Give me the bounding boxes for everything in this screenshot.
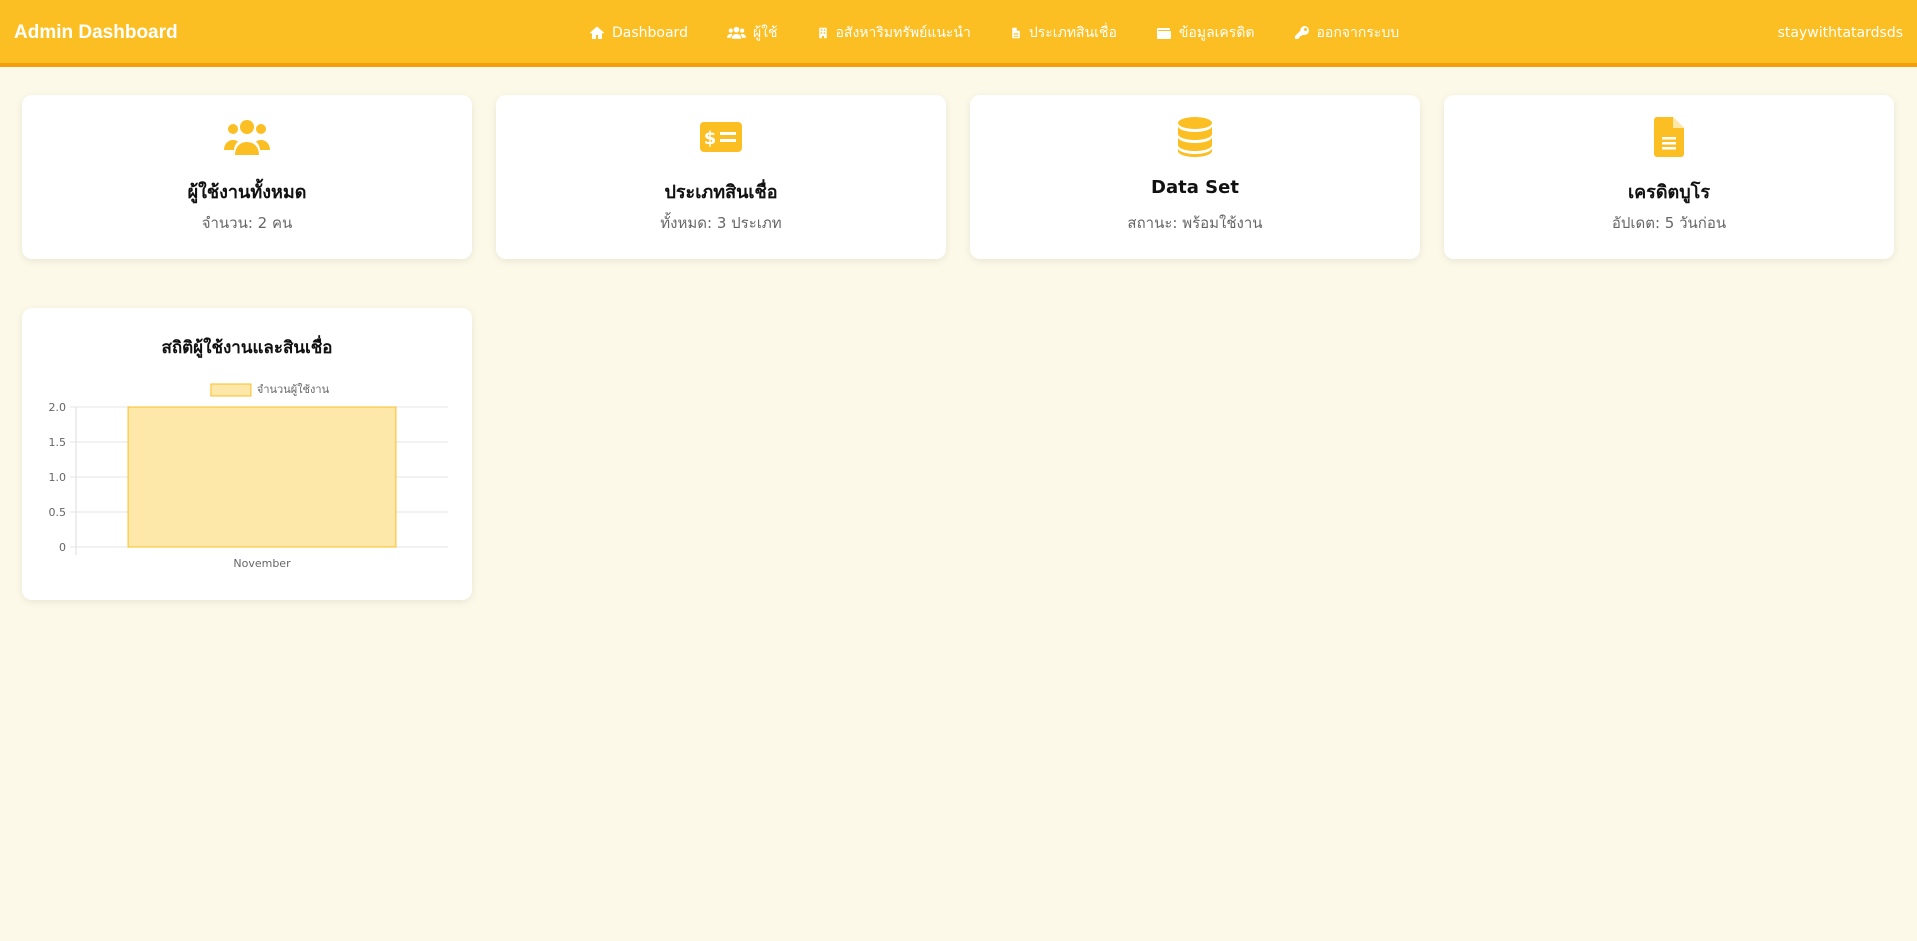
stat-title: Data Set	[1151, 177, 1239, 198]
legend-swatch	[210, 383, 252, 397]
file-alt-icon	[1654, 117, 1684, 157]
nav-item-dashboard[interactable]: Dashboard	[589, 25, 688, 41]
money-check-icon: $	[700, 122, 742, 152]
y-tick-label: 2.0	[49, 401, 67, 414]
nav-item-users[interactable]: ผู้ใช้	[726, 22, 778, 44]
stat-card-credit-bureau: เครดิตบูโร อัปเดต: 5 วันก่อน	[1444, 95, 1894, 259]
bar	[127, 406, 397, 548]
nav-item-logout[interactable]: ออกจากระบบ	[1294, 22, 1400, 44]
svg-text:$: $	[704, 128, 717, 149]
y-tick-label: 1.0	[49, 471, 67, 484]
stat-subtitle: สถานะ: พร้อมใช้งาน	[1127, 214, 1263, 232]
y-tick-label: 1.5	[49, 436, 67, 449]
nav-links: Dashboard ผู้ใช้ อสังหาริมทรัพย์แนะนำ ปร…	[589, 20, 1399, 46]
stat-subtitle: ทั้งหมด: 3 ประเภท	[660, 214, 782, 232]
top-navbar: Admin Dashboard Dashboard ผู้ใช้ อสังหาร…	[0, 0, 1917, 67]
wallet-icon	[1156, 28, 1171, 39]
nav-label-credit-info: ข้อมูลเครดิต	[1178, 25, 1255, 41]
nav-label-loan-types: ประเภทสินเชื่อ	[1028, 25, 1117, 41]
stat-card-loan-types: $ ประเภทสินเชื่อ ทั้งหมด: 3 ประเภท	[496, 95, 946, 259]
brand-title[interactable]: Admin Dashboard	[14, 20, 178, 46]
stat-card-total-users: ผู้ใช้งานทั้งหมด จำนวน: 2 คน	[22, 95, 472, 259]
nav-item-loan-types[interactable]: ประเภทสินเชื่อ	[1010, 22, 1117, 44]
stat-subtitle: อัปเดต: 5 วันก่อน	[1611, 214, 1727, 232]
stat-card-data-set: Data Set สถานะ: พร้อมใช้งาน	[970, 95, 1420, 259]
legend-label: จำนวนผู้ใช้งาน	[257, 383, 330, 396]
database-icon	[1178, 117, 1212, 157]
y-tick-label: 0.5	[49, 506, 67, 519]
nav-label-recommended-property: อสังหาริมทรัพย์แนะนำ	[835, 25, 971, 41]
stat-title: ประเภทสินเชื่อ	[664, 182, 778, 203]
key-icon	[1294, 26, 1309, 39]
users-icon	[726, 26, 746, 39]
nav-label-users: ผู้ใช้	[752, 25, 778, 41]
nav-item-credit-info[interactable]: ข้อมูลเครดิต	[1156, 22, 1255, 44]
y-tick-label: 0	[59, 541, 66, 554]
x-tick-label: November	[233, 557, 291, 570]
building-icon	[818, 27, 827, 39]
bar-chart: 0 0.5 1.0 1.5 2.0 November จำนวนผู้ใช้งาน	[49, 383, 448, 570]
stat-title: เครดิตบูโร	[1627, 182, 1710, 203]
stat-title: ผู้ใช้งานทั้งหมด	[187, 182, 307, 203]
nav-label-logout: ออกจากระบบ	[1316, 25, 1400, 41]
chart-card: สถิติผู้ใช้งานและสินเชื่อ 0 0.5 1.0 1.5 2.0 N…	[22, 308, 472, 600]
nav-label-dashboard: Dashboard	[612, 25, 688, 41]
current-user-name[interactable]: staywithtatardsds	[1778, 20, 1903, 46]
users-icon	[224, 120, 270, 155]
file-icon	[1012, 27, 1020, 39]
stat-subtitle: จำนวน: 2 คน	[201, 214, 293, 232]
home-icon	[590, 26, 604, 39]
nav-item-recommended-property[interactable]: อสังหาริมทรัพย์แนะนำ	[817, 22, 971, 44]
